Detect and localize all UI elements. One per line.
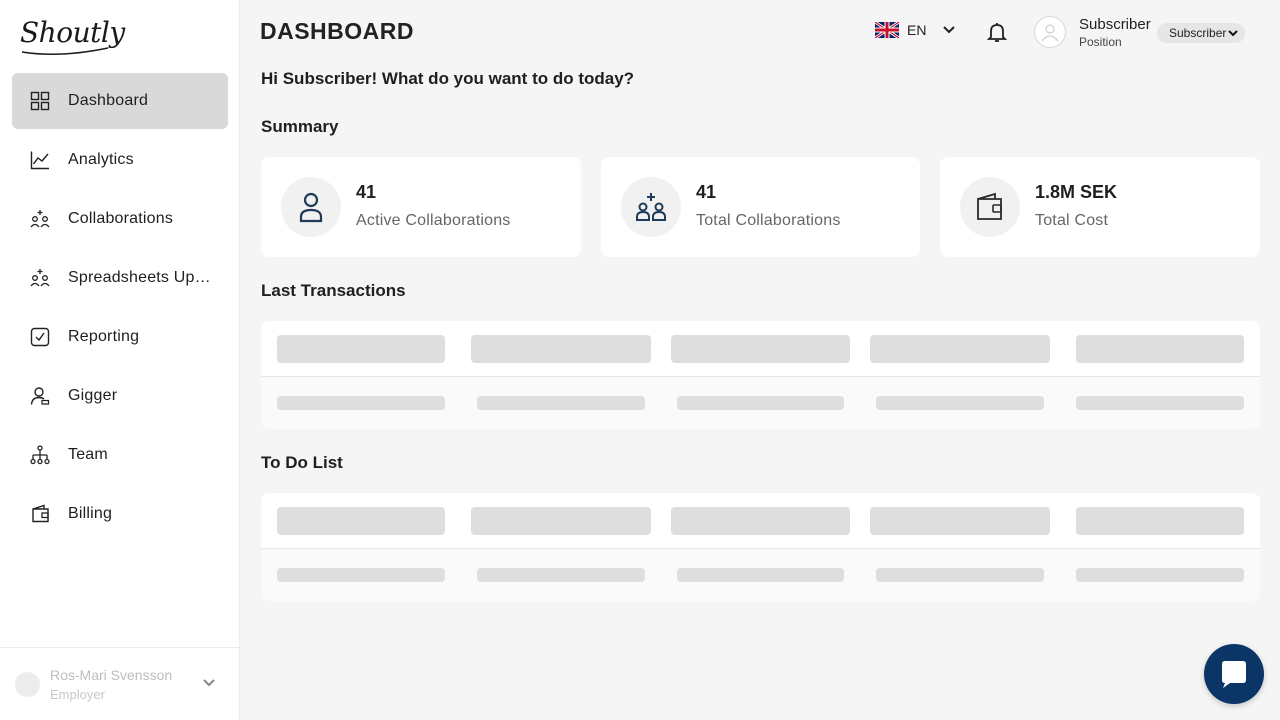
sidebar-item-dashboard[interactable]: Dashboard — [12, 73, 228, 129]
sidebar-item-collaborations[interactable]: Collaborations — [12, 191, 228, 247]
language-selector[interactable]: EN — [875, 22, 956, 38]
checkbox-report-icon — [30, 327, 50, 347]
sidebar-user-name: Ros-Mari Svensson — [50, 666, 173, 683]
logo-swoosh-icon — [21, 47, 109, 55]
skeleton-body-cell — [1076, 568, 1244, 582]
card-caption: Active Collaborations — [356, 212, 511, 229]
skeleton-body-cell — [277, 568, 445, 582]
greeting-text: Hi Subscriber! What do you want to do to… — [261, 69, 635, 88]
card-value: 1.8M SEK — [1035, 182, 1118, 202]
grid-icon — [30, 91, 50, 111]
card-caption: Total Collaborations — [696, 212, 841, 229]
language-code: EN — [907, 22, 927, 38]
skeleton-body-cell — [677, 568, 844, 582]
role-select[interactable]: Subscriber — [1157, 23, 1245, 43]
sidebar: Shoutly Dashboard Analytics Collaboratio… — [0, 0, 240, 720]
skeleton-body-cell — [277, 396, 445, 410]
skeleton-header-cell — [277, 335, 445, 363]
sidebar-item-billing[interactable]: Billing — [12, 486, 228, 542]
wallet-icon — [30, 504, 50, 524]
card-icon-circle — [281, 177, 341, 237]
skeleton-header-cell — [277, 507, 445, 535]
spreadsheet-upload-icon — [30, 268, 50, 288]
sidebar-nav: Dashboard Analytics Collaborations Sprea… — [12, 73, 228, 545]
sidebar-item-label: Dashboard — [68, 92, 149, 109]
sidebar-item-label: Billing — [68, 505, 113, 522]
line-chart-icon — [30, 150, 50, 170]
skeleton-body-cell — [477, 568, 645, 582]
collaborations-icon — [30, 209, 50, 229]
skeleton-body-cell — [876, 568, 1044, 582]
sidebar-item-label: Reporting — [68, 328, 140, 345]
sidebar-user-info: Ros-Mari Svensson Employer — [50, 667, 185, 702]
card-icon-circle — [960, 177, 1020, 237]
skeleton-header-cell — [870, 507, 1050, 535]
team-tree-icon — [30, 445, 50, 465]
skeleton-header-cell — [1076, 507, 1244, 535]
group-add-icon — [636, 193, 666, 221]
sidebar-item-label: Gigger — [68, 387, 118, 404]
sidebar-item-label: Team — [68, 446, 108, 463]
sidebar-item-gigger[interactable]: Gigger — [12, 368, 228, 424]
summary-card-total-collaborations[interactable]: 41 Total Collaborations — [601, 157, 920, 257]
gigger-user-icon — [30, 386, 50, 406]
todo-list-title: To Do List — [261, 453, 343, 472]
card-value: 41 — [356, 182, 377, 202]
sidebar-item-team[interactable]: Team — [12, 427, 228, 483]
card-caption: Total Cost — [1035, 212, 1109, 229]
header-user-info: Subscriber Position — [1079, 16, 1151, 49]
sidebar-item-reporting[interactable]: Reporting — [12, 309, 228, 365]
sidebar-user-menu[interactable]: Ros-Mari Svensson Employer — [0, 647, 240, 720]
skeleton-header-cell — [471, 507, 651, 535]
sidebar-user-role: Employer — [50, 686, 105, 702]
last-transactions-title: Last Transactions — [261, 281, 406, 300]
skeleton-body-cell — [876, 396, 1044, 410]
table-divider — [261, 548, 1260, 549]
chevron-down-icon — [943, 26, 956, 34]
skeleton-header-cell — [1076, 335, 1244, 363]
avatar — [15, 671, 40, 697]
chevron-down-icon[interactable] — [202, 678, 216, 688]
user-placeholder-icon — [1041, 24, 1059, 42]
uk-flag-icon — [875, 22, 899, 38]
skeleton-header-cell — [671, 335, 850, 363]
shoutly-logo[interactable]: Shoutly — [20, 16, 125, 55]
skeleton-body-cell — [1076, 396, 1244, 410]
summary-title: Summary — [261, 117, 339, 136]
wallet-icon — [977, 192, 1002, 220]
skeleton-body-cell — [477, 396, 645, 410]
sidebar-item-spreadsheets-uploads[interactable]: Spreadsheets Uploads — [12, 250, 228, 306]
table-divider — [261, 376, 1260, 377]
role-select-value: Subscriber — [1169, 26, 1227, 40]
avatar[interactable] — [1034, 16, 1066, 48]
chat-widget-button[interactable] — [1204, 644, 1264, 704]
skeleton-header-cell — [671, 507, 850, 535]
skeleton-body-cell — [677, 396, 844, 410]
chevron-down-icon — [1228, 30, 1238, 37]
header-user-position: Position — [1079, 35, 1122, 49]
page-title: DASHBOARD — [260, 18, 414, 44]
sidebar-item-label: Analytics — [68, 151, 134, 168]
person-icon — [299, 192, 323, 223]
summary-card-total-cost[interactable]: 1.8M SEK Total Cost — [940, 157, 1260, 257]
bell-icon[interactable] — [986, 21, 1008, 43]
summary-card-active-collaborations[interactable]: 41 Active Collaborations — [261, 157, 581, 257]
sidebar-item-label: Collaborations — [68, 210, 174, 227]
sidebar-item-label: Spreadsheets Uploads — [68, 269, 214, 286]
chat-bubble-icon — [1222, 661, 1246, 688]
todo-table-skeleton — [261, 493, 1260, 601]
card-icon-circle — [621, 177, 681, 237]
logo-text: Shoutly — [20, 16, 125, 49]
sidebar-item-analytics[interactable]: Analytics — [12, 132, 228, 188]
card-value: 41 — [696, 182, 717, 202]
header-user-name: Subscriber — [1079, 16, 1151, 33]
skeleton-header-cell — [870, 335, 1050, 363]
transactions-table-skeleton — [261, 321, 1260, 429]
skeleton-header-cell — [471, 335, 651, 363]
